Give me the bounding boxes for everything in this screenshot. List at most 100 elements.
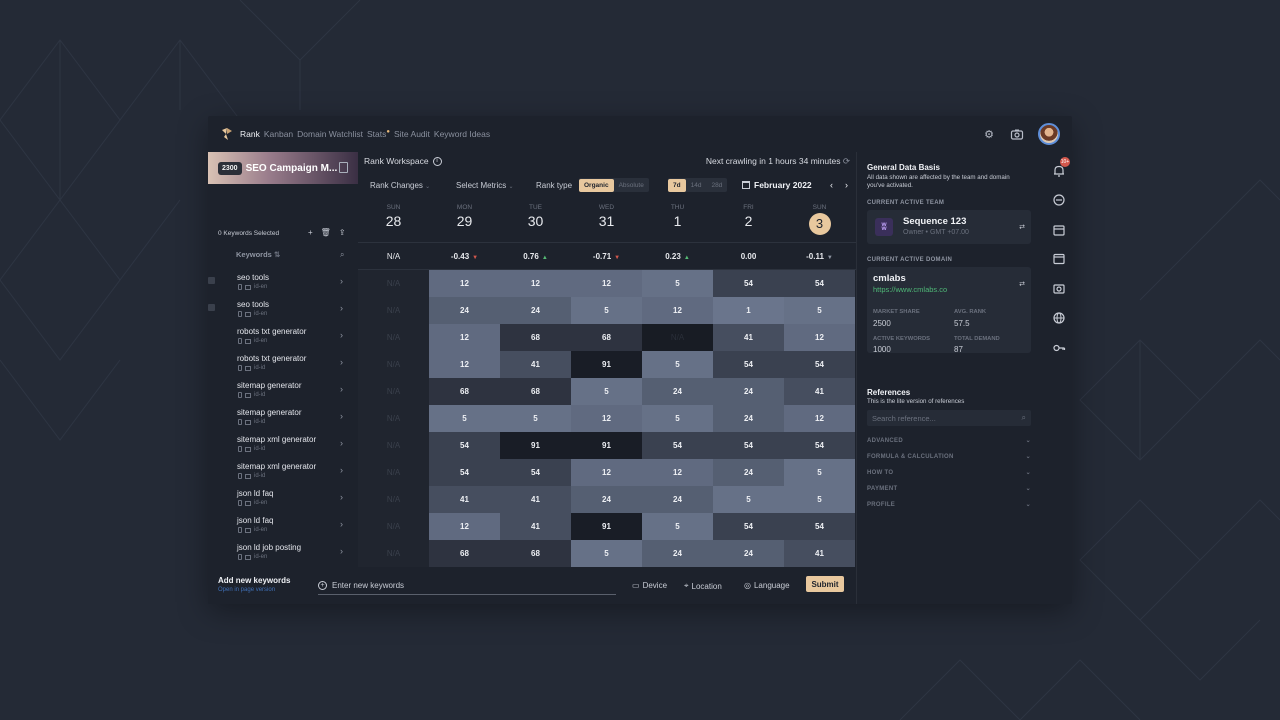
rank-cell[interactable]: 12: [571, 459, 642, 486]
nav-stats[interactable]: Stats●: [367, 129, 390, 139]
swap-icon[interactable]: ⇄: [1019, 280, 1025, 288]
nav-kanban[interactable]: Kanban: [264, 129, 293, 139]
chevron-right-icon[interactable]: ›: [340, 357, 343, 367]
rank-cell[interactable]: 5: [571, 378, 642, 405]
rank-cell[interactable]: 5: [784, 297, 855, 324]
info-icon[interactable]: i: [432, 156, 442, 166]
rank-cell[interactable]: 54: [500, 459, 571, 486]
rank-cell[interactable]: 5: [642, 351, 713, 378]
rank-cell[interactable]: 41: [784, 540, 855, 567]
rank-cell[interactable]: 5: [784, 486, 855, 513]
rank-cell[interactable]: 12: [429, 270, 500, 297]
row-checkbox[interactable]: [208, 277, 215, 284]
rank-cell[interactable]: 12: [429, 513, 500, 540]
rank-cell[interactable]: N/A: [358, 324, 429, 351]
nav-domain-watchlist[interactable]: Domain Watchlist: [297, 129, 363, 139]
reference-search-input[interactable]: Search reference... ⌕: [867, 410, 1031, 426]
rank-cell[interactable]: 24: [500, 297, 571, 324]
rank-cell[interactable]: 41: [429, 486, 500, 513]
chevron-right-icon[interactable]: ›: [845, 180, 848, 190]
keyword-row[interactable]: sitemap xml generator id-id ›: [208, 431, 358, 458]
rank-cell[interactable]: 54: [784, 351, 855, 378]
rank-cell[interactable]: 41: [500, 486, 571, 513]
rank-cell[interactable]: N/A: [358, 378, 429, 405]
rank-type-absolute[interactable]: Absolute: [614, 179, 649, 192]
rank-cell[interactable]: 12: [784, 405, 855, 432]
domain-card[interactable]: cmlabs https://www.cmlabs.co ⇄ MARKET SH…: [867, 267, 1031, 354]
rank-cell[interactable]: 41: [784, 378, 855, 405]
rank-cell[interactable]: 91: [571, 432, 642, 459]
rank-type-organic[interactable]: Organic: [579, 178, 614, 192]
chevron-right-icon[interactable]: ›: [340, 276, 343, 286]
rank-cell[interactable]: 24: [713, 540, 784, 567]
rank-cell[interactable]: 12: [500, 270, 571, 297]
rank-cell[interactable]: 68: [500, 378, 571, 405]
rank-cell[interactable]: 68: [500, 540, 571, 567]
rank-cell[interactable]: 5: [784, 459, 855, 486]
rank-cell[interactable]: 12: [642, 297, 713, 324]
globe-icon[interactable]: [1052, 311, 1066, 325]
document-icon[interactable]: [339, 162, 348, 173]
period-7d[interactable]: 7d: [668, 178, 686, 192]
keyword-input[interactable]: + Enter new keywords: [318, 577, 616, 595]
user-avatar[interactable]: [1038, 123, 1060, 145]
campaign-header[interactable]: 2300 SEO Campaign M...: [208, 152, 358, 184]
rank-cell[interactable]: 54: [784, 270, 855, 297]
nav-site-audit[interactable]: Site Audit: [394, 129, 430, 139]
chevron-right-icon[interactable]: ›: [340, 465, 343, 475]
rank-cell[interactable]: 54: [784, 432, 855, 459]
chevron-right-icon[interactable]: ›: [340, 546, 343, 556]
rank-cell[interactable]: 12: [571, 270, 642, 297]
device-option[interactable]: ▭ Device: [632, 581, 667, 590]
rank-cell[interactable]: 24: [713, 378, 784, 405]
rank-cell[interactable]: 54: [713, 432, 784, 459]
language-option[interactable]: ◎ Language: [744, 581, 790, 590]
open-page-version-link[interactable]: Open in page version: [218, 587, 290, 593]
rank-cell[interactable]: 1: [713, 297, 784, 324]
rank-cell[interactable]: N/A: [642, 324, 713, 351]
search-icon[interactable]: ⌕: [340, 250, 344, 260]
keyword-row[interactable]: sitemap generator id-id ›: [208, 404, 358, 431]
rank-cell[interactable]: 12: [784, 324, 855, 351]
keyword-row[interactable]: robots txt generator id-en ›: [208, 323, 358, 350]
rank-cell[interactable]: 68: [500, 324, 571, 351]
rank-cell[interactable]: 54: [713, 513, 784, 540]
rank-cell[interactable]: 24: [642, 378, 713, 405]
accordion-payment[interactable]: PAYMENT ⌄: [867, 486, 1031, 492]
keywords-column-header[interactable]: Keywords ⇅: [236, 250, 280, 259]
swap-icon[interactable]: ⇄: [1019, 223, 1025, 231]
rank-cell[interactable]: N/A: [358, 432, 429, 459]
keyword-row[interactable]: sitemap xml generator id-id ›: [208, 458, 358, 485]
select-metrics-dropdown[interactable]: Select Metrics ⌄: [456, 181, 514, 190]
rank-cell[interactable]: 5: [642, 405, 713, 432]
accordion-advanced[interactable]: ADVANCED ⌄: [867, 438, 1031, 444]
submit-button[interactable]: Submit: [806, 576, 844, 592]
rank-cell[interactable]: N/A: [358, 297, 429, 324]
rank-cell[interactable]: 24: [429, 297, 500, 324]
accordion-profile[interactable]: PROFILE ⌄: [867, 502, 1031, 508]
chevron-right-icon[interactable]: ›: [340, 384, 343, 394]
day-column-header[interactable]: FRI 2: [713, 204, 784, 229]
rank-cell[interactable]: N/A: [358, 540, 429, 567]
rank-cell[interactable]: N/A: [358, 351, 429, 378]
rank-cell[interactable]: N/A: [358, 270, 429, 297]
chevron-right-icon[interactable]: ›: [340, 438, 343, 448]
day-column-header[interactable]: MON 29: [429, 204, 500, 229]
calendar-icon[interactable]: [1052, 223, 1066, 237]
day-column-header[interactable]: WED 31: [571, 204, 642, 229]
month-picker[interactable]: February 2022: [742, 180, 812, 190]
keyword-row[interactable]: json ld job posting id-en ›: [208, 539, 358, 566]
refresh-icon[interactable]: ⟳: [843, 156, 850, 166]
add-icon[interactable]: +: [308, 228, 313, 237]
rank-cell[interactable]: 54: [429, 432, 500, 459]
keyword-row[interactable]: json ld faq id-en ›: [208, 512, 358, 539]
row-checkbox[interactable]: [208, 304, 215, 311]
day-column-header[interactable]: THU 1: [642, 204, 713, 229]
rank-cell[interactable]: 54: [642, 432, 713, 459]
sync-icon[interactable]: [1052, 193, 1066, 207]
keyword-row[interactable]: seo tools id-en ›: [208, 269, 358, 296]
rank-cell[interactable]: 12: [429, 351, 500, 378]
rank-cell[interactable]: 12: [429, 324, 500, 351]
rank-changes-dropdown[interactable]: Rank Changes ⌄: [370, 181, 430, 190]
rank-cell[interactable]: 5: [642, 270, 713, 297]
